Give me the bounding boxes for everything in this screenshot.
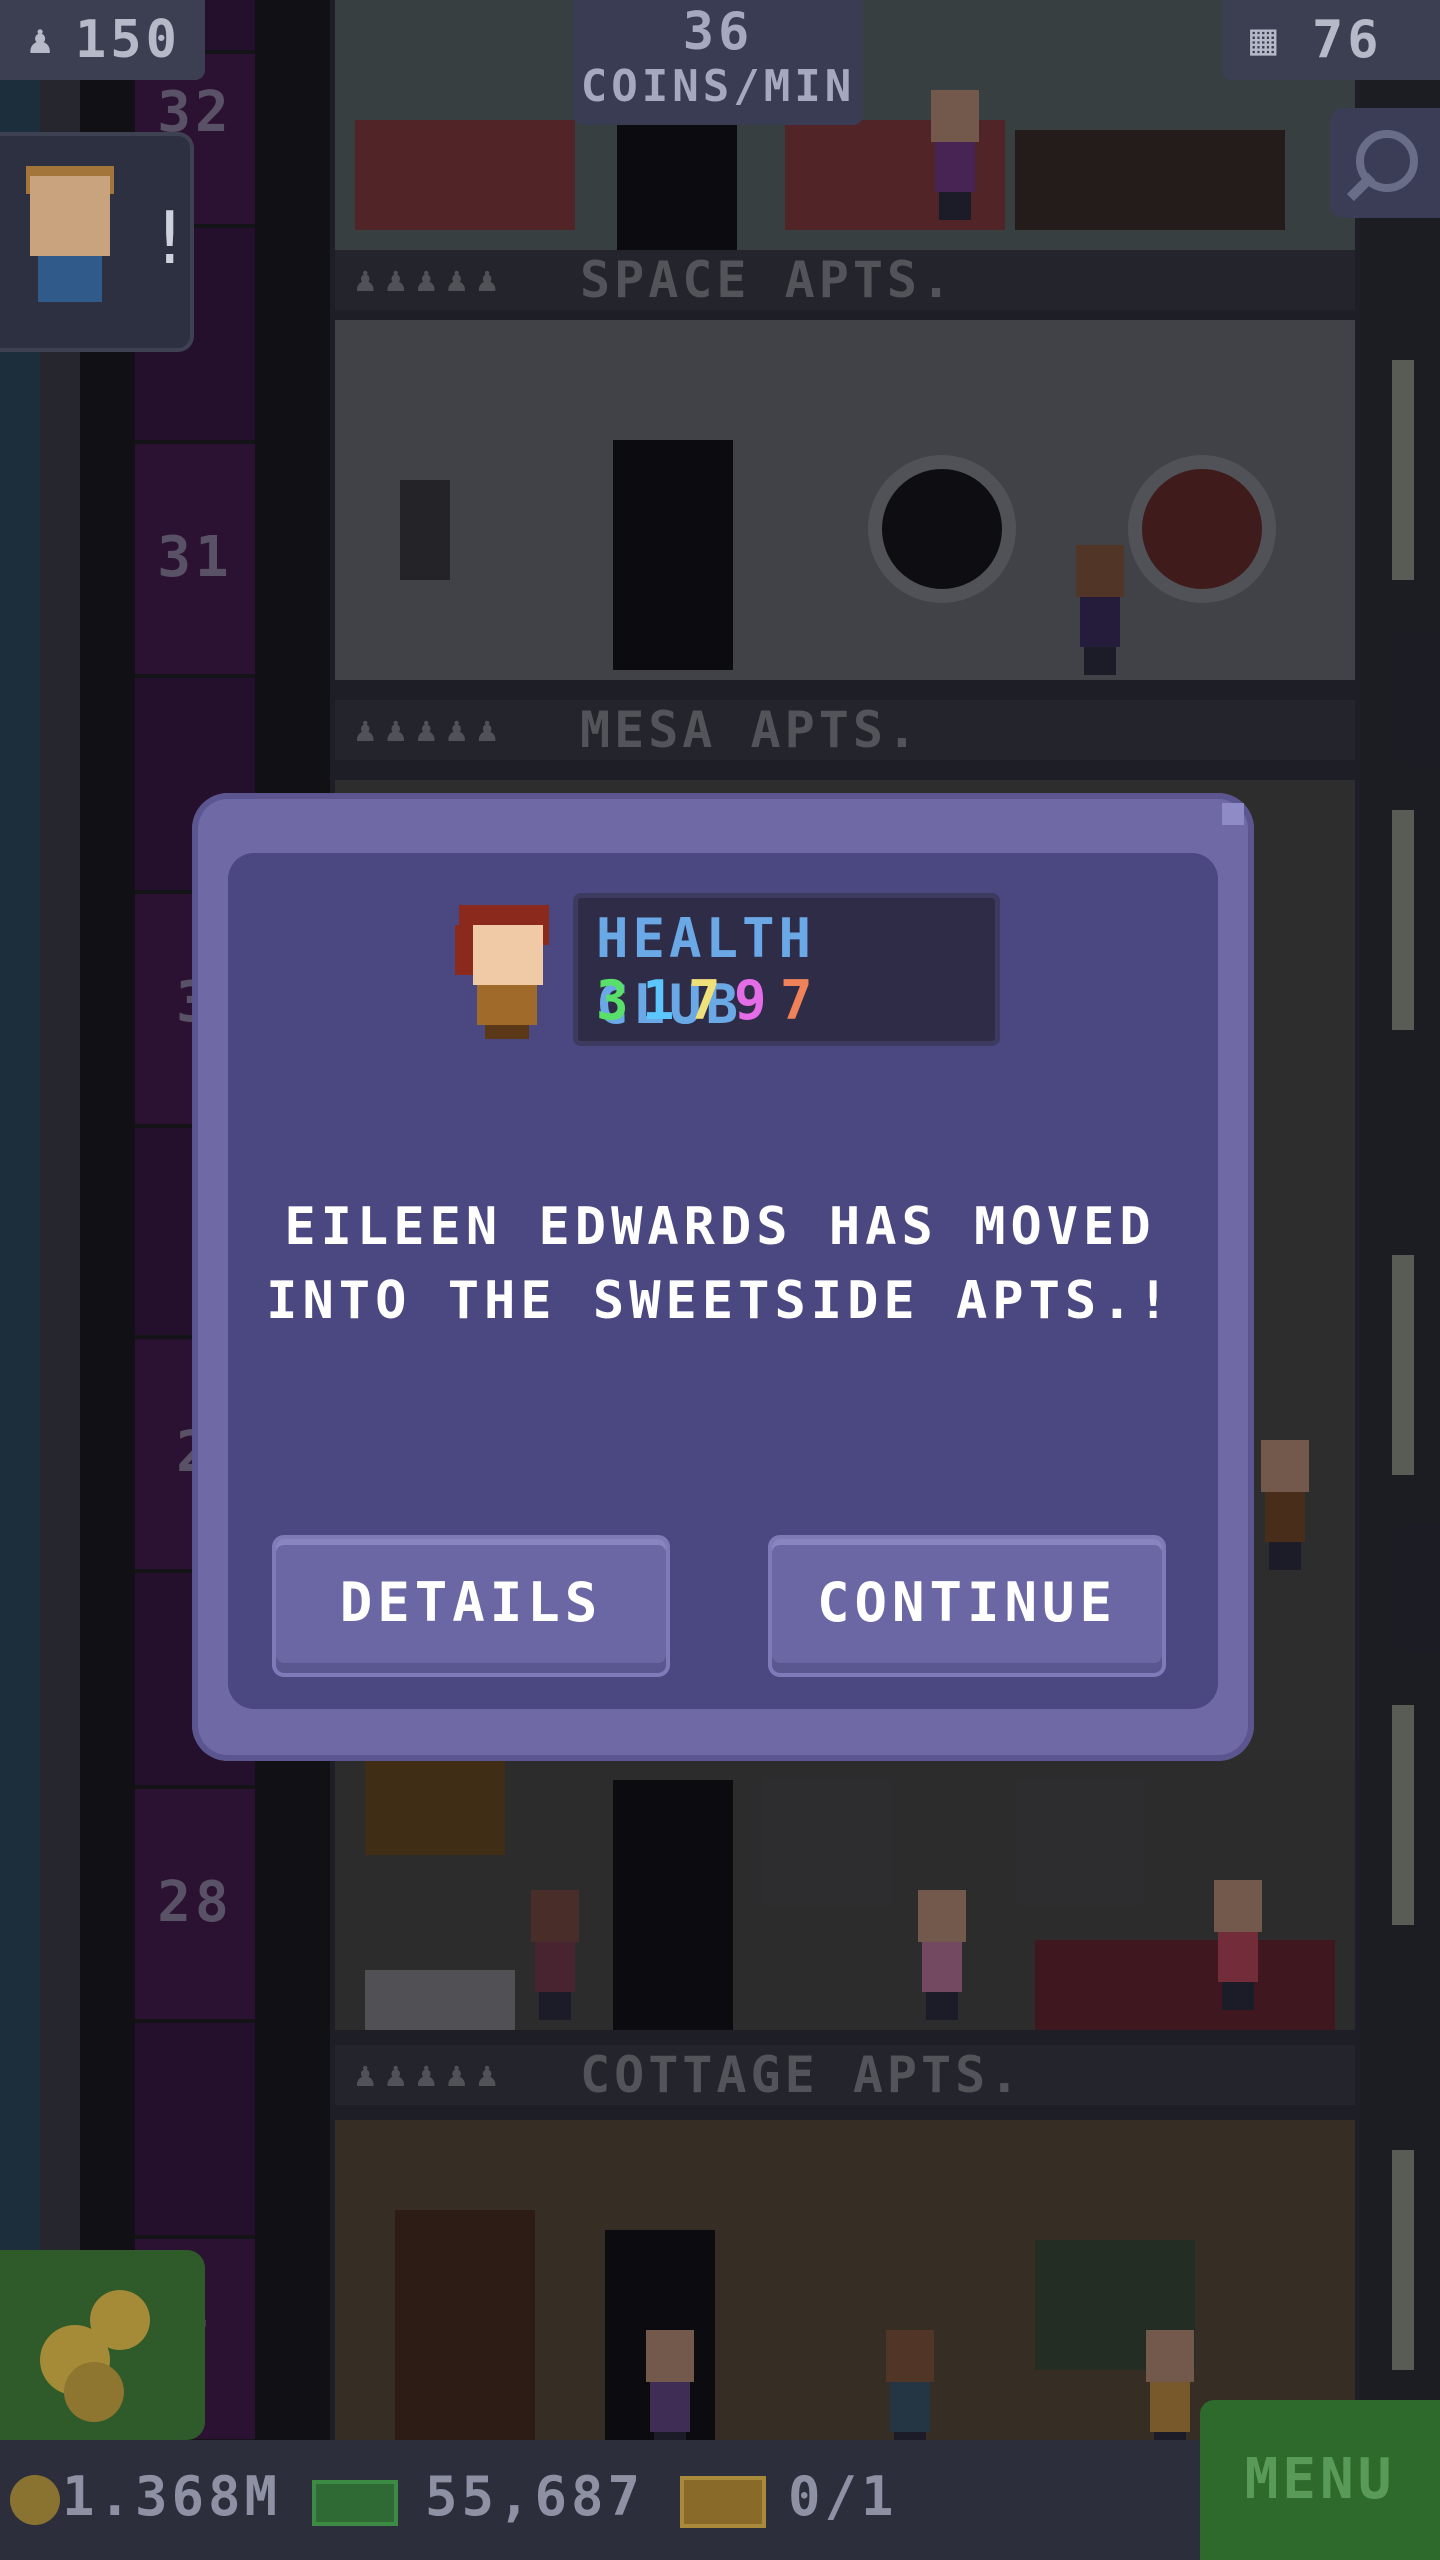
skill-retail: 9 [734,969,771,1032]
population-counter[interactable]: ♟ 150 [0,0,205,80]
visitor-icon [30,176,110,256]
details-button[interactable]: DETAILS [272,1535,670,1677]
skill-creative: 7 [780,969,817,1032]
coins-per-min-label: COINS/MIN [580,61,856,112]
floors-value: 76 [1312,10,1383,70]
bux-value: 55,687 [425,2465,645,2528]
floors-icon: ▦ [1250,14,1281,65]
message-line-1: EILEEN EDWARDS HAS MOVED [284,1197,1156,1257]
coins-per-min-panel: 36 COINS/MIN [573,0,863,125]
visitor-button[interactable]: ! [0,132,194,352]
coin-icon [64,2362,124,2422]
coins-value: 1.368M [62,2465,282,2528]
coins-per-min-value: 36 [682,2,754,62]
population-value: 150 [75,10,181,70]
tickets-value: 0/1 [788,2465,898,2528]
message-line-2: INTO THE SWEETSIDE APTS.! [266,1271,1174,1331]
skill-service: 1 [642,969,679,1032]
tenant-avatar [455,905,555,1040]
ticket-icon [680,2476,766,2528]
floors-counter[interactable]: ▦ 76 [1222,0,1440,80]
search-button[interactable] [1330,108,1440,218]
alert-icon: ! [148,196,192,280]
population-icon: ♟ [28,17,57,63]
skill-food: 3 [596,969,633,1032]
continue-button[interactable]: CONTINUE [768,1535,1166,1677]
skill-recreation: 7 [688,969,725,1032]
move-in-message: EILEEN EDWARDS HAS MOVED INTO THE SWEETS… [240,1190,1200,1338]
menu-button[interactable]: MENU [1200,2400,1440,2560]
bux-icon [312,2480,398,2526]
coin-icon [10,2475,60,2525]
collect-coins-button[interactable] [0,2250,205,2440]
dream-job-card: HEALTH CLUB 31797 [573,893,1000,1046]
skill-stats: 31797 [596,970,826,1032]
